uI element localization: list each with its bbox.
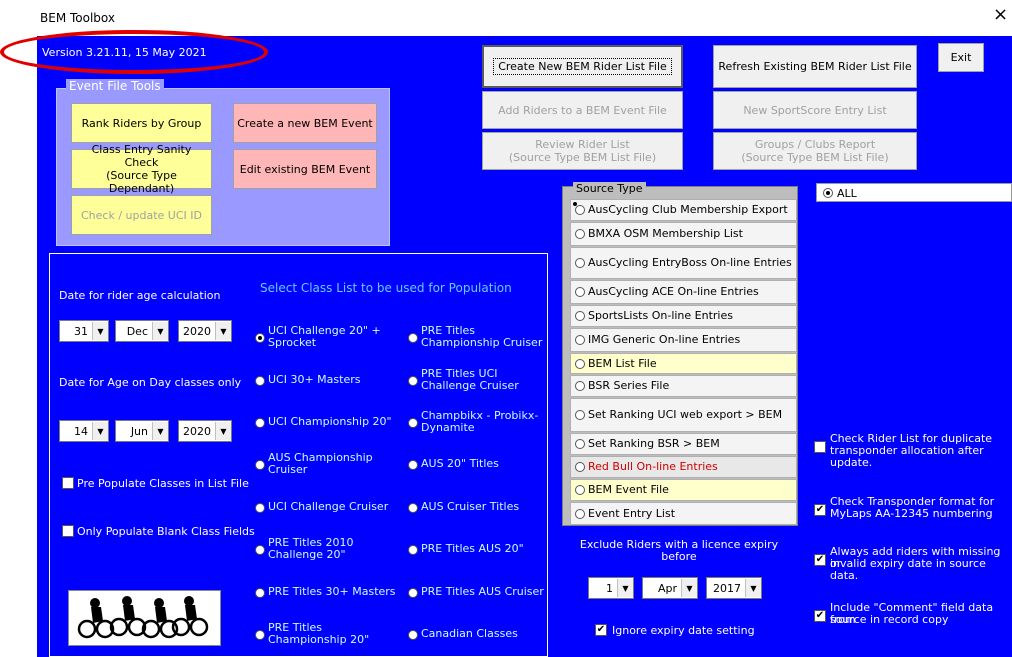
missing-expiry-checkbox[interactable]: ✔ <box>814 554 826 566</box>
year2-select[interactable]: 2020 ▼ <box>178 420 232 442</box>
source-option-3[interactable]: AusCycling ACE On-line Entries <box>570 280 797 304</box>
window-title: BEM Toolbox <box>40 11 115 25</box>
age-day-label: Date for Age on Day classes only <box>59 376 242 389</box>
source-option-9[interactable]: Set Ranking BSR > BEM <box>570 433 797 455</box>
version-highlight-ellipse <box>0 30 268 74</box>
check-uci-id-button[interactable]: Check / update UCI ID <box>71 195 212 235</box>
transponder-format-label-2: MyLaps AA-12345 numbering <box>830 507 993 520</box>
source-option-0[interactable]: AusCycling Club Membership Export <box>570 199 797 221</box>
age-month-select[interactable]: Dec ▼ <box>115 320 169 342</box>
event-file-tools-label: Event File Tools <box>66 79 164 93</box>
source-option-12[interactable]: Event Entry List <box>570 502 797 525</box>
source-option-2[interactable]: AusCycling EntryBoss On-line Entries <box>570 247 797 279</box>
create-event-button[interactable]: Create a new BEM Event <box>233 103 377 143</box>
close-icon[interactable]: × <box>993 6 1008 24</box>
pre-populate-label: Pre Populate Classes in List File <box>77 477 249 490</box>
source-option-1[interactable]: BMXA OSM Membership List <box>570 222 797 246</box>
create-rider-list-button[interactable]: Create New BEM Rider List File <box>482 45 683 88</box>
month2-select[interactable]: Jun ▼ <box>115 420 169 442</box>
source-option-4[interactable]: SportsLists On-line Entries <box>570 305 797 327</box>
source-option-8[interactable]: Set Ranking UCI web export > BEM <box>570 398 797 432</box>
rank-riders-button[interactable]: Rank Riders by Group <box>71 103 212 143</box>
duplicate-transponder-checkbox[interactable] <box>814 441 826 453</box>
source-option-10[interactable]: Red Bull On-line Entries <box>570 456 797 478</box>
expiry-day-select[interactable]: 1 ▼ <box>588 577 634 599</box>
source-type-label: Source Type <box>573 182 646 195</box>
chevron-down-icon: ▼ <box>152 322 168 340</box>
missing-expiry-label-2: invalid expiry date in source data. <box>830 557 986 582</box>
transponder-format-checkbox[interactable]: ✔ <box>814 504 826 516</box>
chevron-down-icon: ▼ <box>681 579 697 597</box>
only-blank-label: Only Populate Blank Class Fields <box>77 525 255 538</box>
include-comment-label-2: source in record copy <box>830 613 949 626</box>
refresh-rider-list-button[interactable]: Refresh Existing BEM Rider List File <box>713 45 917 88</box>
pre-populate-checkbox[interactable] <box>62 477 74 489</box>
edit-event-button[interactable]: Edit existing BEM Event <box>233 149 377 189</box>
class-sanity-check-button[interactable]: Class Entry Sanity Check (Source Type Dep… <box>71 143 212 195</box>
review-rider-list-button[interactable]: Review Rider List (Source Type BEM List F… <box>482 132 683 170</box>
expiry-label-2: before <box>661 550 697 563</box>
age-calc-label: Date for rider age calculation <box>59 289 221 302</box>
expiry-year-select[interactable]: 2017 ▼ <box>706 577 762 599</box>
age-year-select[interactable]: 2020 ▼ <box>178 320 232 342</box>
chevron-down-icon: ▼ <box>617 579 633 597</box>
bmx-riders-logo <box>68 590 221 646</box>
only-blank-checkbox[interactable] <box>62 525 74 537</box>
source-option-6[interactable]: BEM List File <box>570 353 797 374</box>
expiry-month-select[interactable]: Apr ▼ <box>642 577 698 599</box>
day2-select[interactable]: 14 ▼ <box>59 420 109 442</box>
exit-button[interactable]: Exit <box>938 43 984 72</box>
sportscore-entry-button[interactable]: New SportScore Entry List <box>713 91 917 129</box>
groups-clubs-report-button[interactable]: Groups / Clubs Report (Source Type BEM Li… <box>713 132 917 170</box>
chevron-down-icon: ▼ <box>215 422 231 440</box>
ignore-expiry-checkbox[interactable]: ✔ <box>595 624 607 636</box>
all-option[interactable]: ALL <box>816 183 1012 202</box>
ignore-expiry-label: Ignore expiry date setting <box>612 624 755 637</box>
age-day-select[interactable]: 31 ▼ <box>59 320 109 342</box>
source-option-7[interactable]: BSR Series File <box>570 375 797 397</box>
add-riders-button[interactable]: Add Riders to a BEM Event File <box>482 91 683 129</box>
chevron-down-icon: ▼ <box>745 579 761 597</box>
source-option-5[interactable]: IMG Generic On-line Entries <box>570 328 797 352</box>
duplicate-transponder-label-2: transponder allocation after update. <box>830 444 984 469</box>
include-comment-checkbox[interactable]: ✔ <box>814 610 826 622</box>
chevron-down-icon: ▼ <box>92 322 108 340</box>
chevron-down-icon: ▼ <box>215 322 231 340</box>
source-option-11[interactable]: BEM Event File <box>570 479 797 501</box>
class-list-heading: Select Class List to be used for Populat… <box>260 281 512 295</box>
chevron-down-icon: ▼ <box>152 422 168 440</box>
chevron-down-icon: ▼ <box>92 422 108 440</box>
